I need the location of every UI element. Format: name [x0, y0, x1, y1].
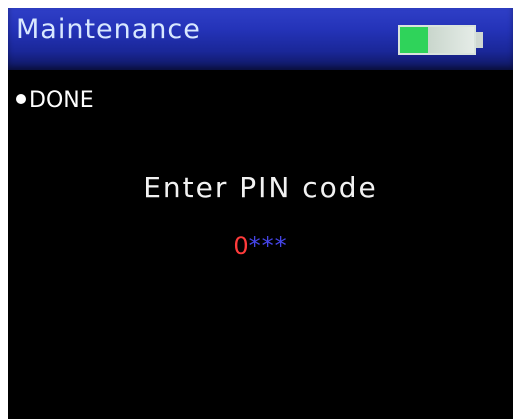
pin-input[interactable]: 0***: [8, 232, 513, 260]
status-indicator: DONE: [16, 88, 94, 113]
screen-title: Maintenance: [16, 14, 201, 45]
device-screen: Maintenance DONE Enter PIN code 0***: [8, 8, 513, 419]
status-label: DONE: [29, 88, 94, 113]
battery-icon: [398, 25, 476, 55]
bullet-dot-icon: [16, 94, 26, 104]
pin-masked-digits: ***: [248, 232, 288, 260]
pin-prompt: Enter PIN code: [143, 171, 378, 204]
battery-tip-icon: [476, 32, 483, 48]
title-bar: Maintenance: [8, 8, 513, 70]
pin-current-digit[interactable]: 0: [233, 232, 248, 260]
